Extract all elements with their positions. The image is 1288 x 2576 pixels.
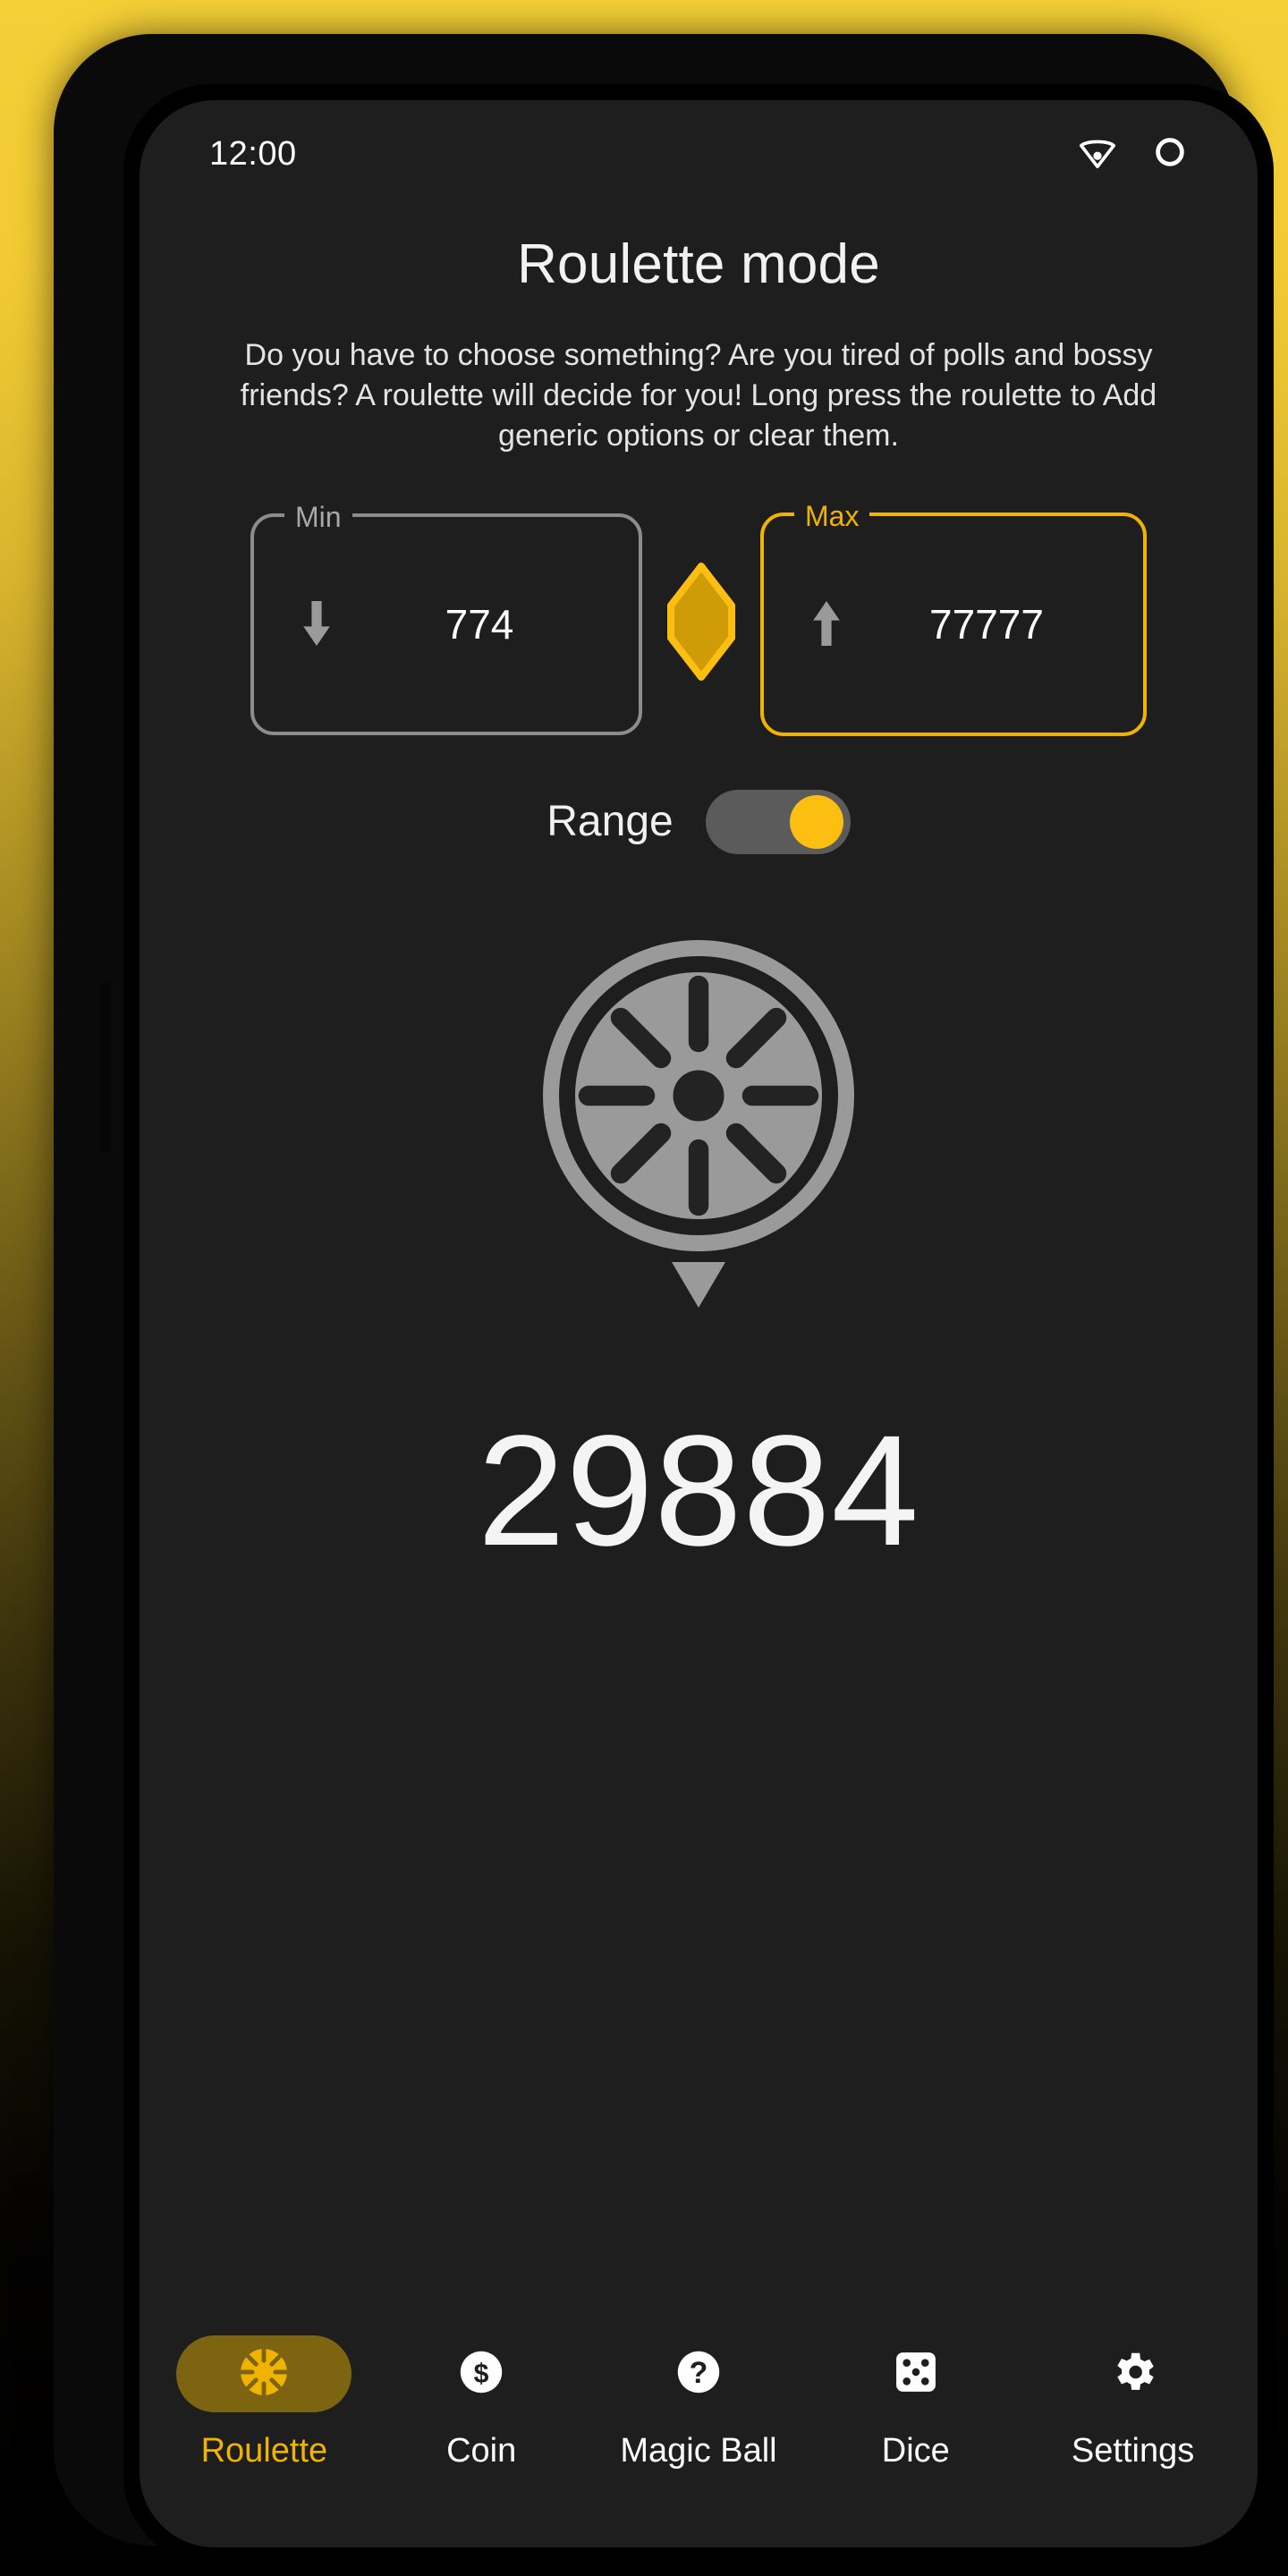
nav-item-magic-ball[interactable]: ? Magic Ball — [602, 2335, 795, 2470]
nav-item-settings[interactable]: Settings — [1037, 2335, 1230, 2470]
nav-pill-dice — [828, 2335, 1004, 2412]
nav-label-roulette: Roulette — [200, 2432, 328, 2470]
dice-five-icon — [891, 2347, 941, 2402]
swap-vertical-diamond-icon — [665, 563, 737, 685]
min-field-label: Min — [284, 496, 352, 537]
phone-frame: 12:00 Roulette mode Do you have to choos… — [54, 34, 1274, 2563]
nav-label-magic-ball: Magic Ball — [620, 2432, 777, 2470]
range-toggle-knob — [789, 794, 843, 849]
range-toggle-label: Range — [547, 798, 674, 846]
roulette-wheel-icon[interactable] — [532, 939, 865, 1336]
wifi-icon — [1077, 131, 1118, 177]
range-toggle-row: Range — [140, 789, 1258, 854]
arrow-down-icon — [292, 597, 342, 651]
page-description: Do you have to choose something? Are you… — [240, 338, 1157, 453]
nav-label-dice: Dice — [881, 2432, 950, 2470]
roulette-wheel-area[interactable] — [140, 939, 1258, 1336]
nav-label-coin: Coin — [446, 2432, 517, 2470]
nav-pill-settings — [1046, 2335, 1221, 2412]
max-value[interactable]: 77777 — [852, 600, 1143, 648]
swap-min-max-button[interactable] — [648, 563, 755, 685]
nav-item-dice[interactable]: Dice — [819, 2335, 1013, 2470]
max-input-field[interactable]: Max 77777 — [760, 496, 1147, 736]
svg-text:$: $ — [474, 2359, 489, 2388]
nav-pill-roulette — [176, 2335, 352, 2412]
gear-icon — [1107, 2346, 1159, 2402]
phone-screen: 12:00 Roulette mode Do you have to choos… — [140, 100, 1258, 2547]
bottom-navigation-bar: Roulette $ Coin ? Magic Ball Dice Settin… — [140, 2335, 1258, 2470]
page-title: Roulette mode — [517, 233, 880, 295]
nav-label-settings: Settings — [1071, 2432, 1195, 2470]
nav-pill-coin: $ — [394, 2335, 569, 2412]
max-field-label: Max — [794, 496, 870, 536]
nav-pill-magic-ball: ? — [611, 2335, 786, 2412]
coin-dollar-icon: $ — [455, 2346, 507, 2402]
roulette-wheel-icon — [236, 2344, 292, 2404]
battery-ring-icon — [1150, 132, 1190, 176]
svg-text:?: ? — [690, 2356, 708, 2390]
range-toggle-switch[interactable] — [705, 789, 851, 854]
status-clock: 12:00 — [209, 134, 297, 173]
min-input-field[interactable]: Min 774 — [250, 496, 642, 735]
screen-content: Roulette mode Do you have to choose some… — [140, 208, 1258, 2547]
nav-item-coin[interactable]: $ Coin — [385, 2335, 578, 2470]
nav-item-roulette[interactable]: Roulette — [167, 2335, 360, 2470]
roulette-result: 29884 — [477, 1402, 920, 1579]
min-value[interactable]: 774 — [342, 600, 639, 648]
volume-button-left[interactable] — [100, 982, 111, 1154]
question-mark-icon: ? — [673, 2346, 724, 2402]
status-bar: 12:00 — [140, 100, 1258, 208]
min-max-row: Min 774 Max 77777 — [140, 496, 1258, 736]
status-icon-group — [1077, 131, 1190, 177]
arrow-up-icon — [801, 597, 852, 651]
